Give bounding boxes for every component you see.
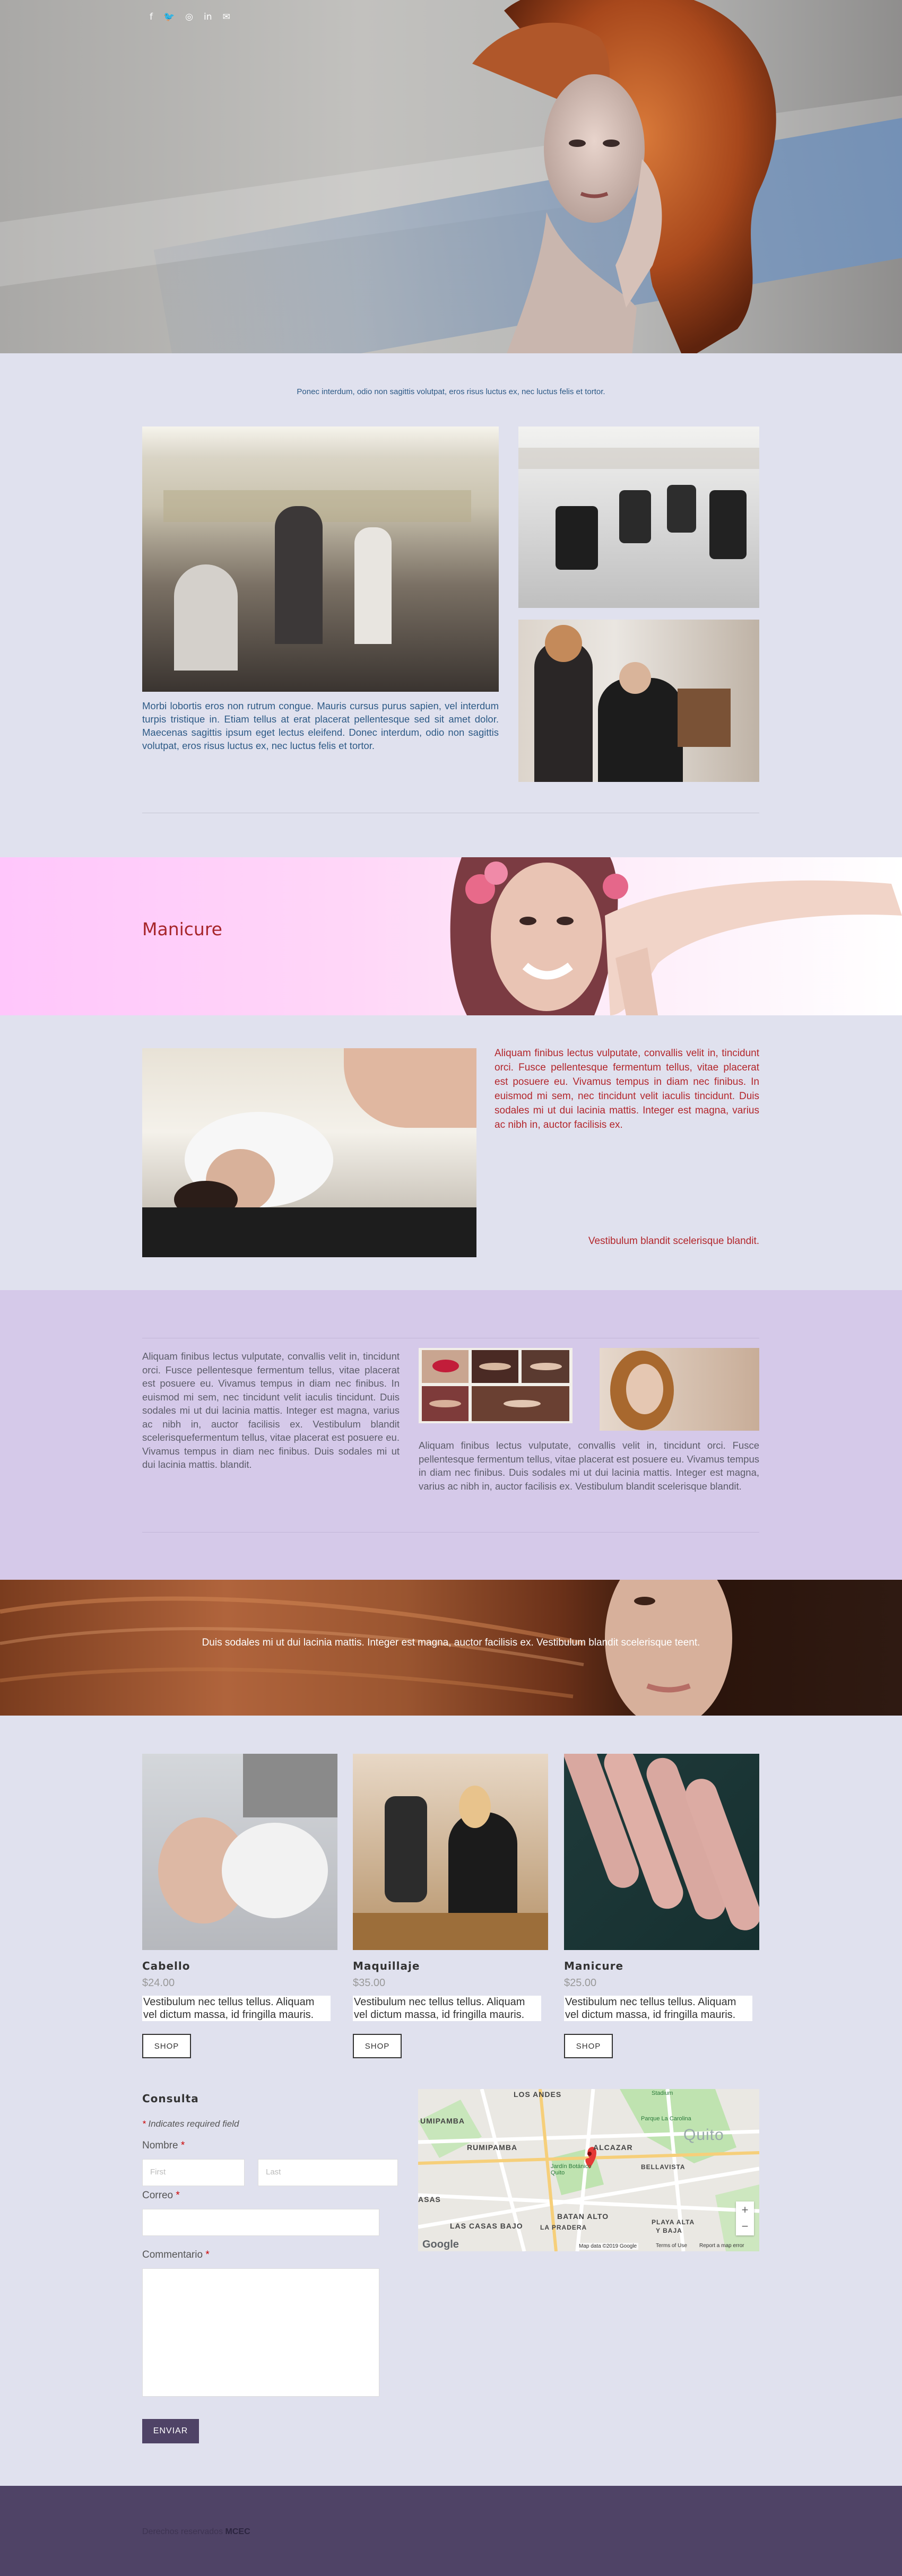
map-label: PLAYA ALTA xyxy=(652,2218,695,2226)
curly-hair-model-photo xyxy=(600,1348,759,1431)
intro-text: Ponec interdum, odio non sagittis volutp… xyxy=(297,387,605,396)
product-title: Cabello xyxy=(142,1960,190,1972)
map-place: Stadium xyxy=(652,2090,673,2096)
product-price: $35.00 xyxy=(353,1977,386,1989)
product-cabello-image xyxy=(142,1754,337,1950)
stylists-photo xyxy=(518,620,759,782)
facebook-icon[interactable]: f xyxy=(150,12,153,22)
product-description: Vestibulum nec tellus tellus. Aliquam ve… xyxy=(353,1996,541,2021)
wash-text: Aliquam finibus lectus vulputate, conval… xyxy=(495,1048,759,1130)
map-label: LA PRADERA xyxy=(540,2224,587,2231)
required-note: * Indicates required field xyxy=(142,2119,239,2129)
product-maquillaje-image xyxy=(353,1754,548,1950)
name-label: Nombre * xyxy=(142,2140,185,2151)
manicure-banner xyxy=(0,857,902,1015)
google-logo: Google xyxy=(422,2239,459,2250)
map-label: RUMIPAMBA xyxy=(467,2143,518,2152)
footer xyxy=(0,2486,902,2576)
twitter-icon[interactable]: 🐦 xyxy=(163,12,175,22)
lavender-divider-bottom xyxy=(142,1532,759,1533)
footer-brand[interactable]: MCEC xyxy=(226,2527,250,2536)
map-label: BELLAVISTA xyxy=(641,2163,686,2171)
email-icon[interactable]: ✉ xyxy=(223,12,230,22)
map-label: UMIPAMBA xyxy=(420,2117,465,2125)
email-label: Correo * xyxy=(142,2190,180,2201)
linkedin-icon[interactable]: in xyxy=(204,12,212,22)
hair-wash-photo xyxy=(142,1048,476,1257)
shop-cabello-button[interactable]: SHOP xyxy=(142,2034,191,2058)
lavender-left-text: Aliquam finibus lectus vulputate, conval… xyxy=(142,1351,400,1470)
product-manicure-image xyxy=(564,1754,759,1950)
map-place: Jardín Botánico Quito xyxy=(551,2163,592,2176)
first-name-input[interactable]: First xyxy=(142,2159,245,2186)
social-links: f 🐦 ◎ in ✉ xyxy=(150,12,230,22)
shop-manicure-button[interactable]: SHOP xyxy=(564,2034,613,2058)
comment-label: Commentario * xyxy=(142,2249,210,2260)
hero-banner xyxy=(0,0,902,353)
map-attribution: Map data ©2019 Google xyxy=(577,2243,639,2250)
lavender-section xyxy=(0,1290,902,1580)
lavender-right-text: Aliquam finibus lectus vulputate, conval… xyxy=(419,1440,759,1492)
manicure-model-image xyxy=(450,857,902,1015)
map-label: Y BAJA xyxy=(656,2227,682,2234)
salon-interior-photo xyxy=(142,427,499,692)
zoom-out-button[interactable]: − xyxy=(736,2218,754,2235)
map-label: ASAS xyxy=(418,2195,441,2204)
map-place: Parque La Carolina xyxy=(641,2116,691,2122)
map-label: Quito xyxy=(683,2126,724,2144)
hair-banner-text: Duis sodales mi ut dui lacinia mattis. I… xyxy=(202,1637,700,1648)
salon-chairs-photo xyxy=(518,427,759,608)
product-title: Manicure xyxy=(564,1960,624,1972)
salon-description: Morbi lobortis eros non rutrum congue. M… xyxy=(142,700,499,751)
map-label: BATAN ALTO xyxy=(557,2212,609,2221)
map-label: LAS CASAS BAJO xyxy=(450,2222,523,2230)
instagram-icon[interactable]: ◎ xyxy=(185,12,193,22)
email-input[interactable] xyxy=(142,2209,379,2236)
manicure-title: Manicure xyxy=(142,919,222,939)
form-title: Consulta xyxy=(142,2092,199,2105)
submit-button[interactable]: ENVIAR xyxy=(142,2419,199,2443)
eye-makeup-collage xyxy=(419,1348,573,1423)
wash-tagline: Vestibulum blandit scelerisque blandit. xyxy=(588,1235,759,1247)
map-terms-link[interactable]: Terms of Use xyxy=(656,2243,687,2249)
map-label: ALCAZAR xyxy=(593,2143,633,2152)
location-map[interactable]: LOS ANDES UMIPAMBA RUMIPAMBA ALCAZAR BEL… xyxy=(418,2089,759,2251)
map-report-link[interactable]: Report a map error xyxy=(699,2243,744,2249)
product-price: $24.00 xyxy=(142,1977,175,1989)
product-title: Maquillaje xyxy=(353,1960,420,1972)
last-name-input[interactable]: Last xyxy=(258,2159,398,2186)
map-zoom-controls: + − xyxy=(736,2201,754,2235)
hero-model-image xyxy=(472,0,776,353)
comment-textarea[interactable] xyxy=(142,2268,379,2397)
map-label: LOS ANDES xyxy=(514,2090,562,2099)
product-description: Vestibulum nec tellus tellus. Aliquam ve… xyxy=(142,1996,331,2021)
product-description: Vestibulum nec tellus tellus. Aliquam ve… xyxy=(564,1996,752,2021)
zoom-in-button[interactable]: + xyxy=(736,2201,754,2218)
shop-maquillaje-button[interactable]: SHOP xyxy=(353,2034,402,2058)
product-price: $25.00 xyxy=(564,1977,597,1989)
footer-text: Derechos reservados MCEC xyxy=(142,2527,250,2536)
